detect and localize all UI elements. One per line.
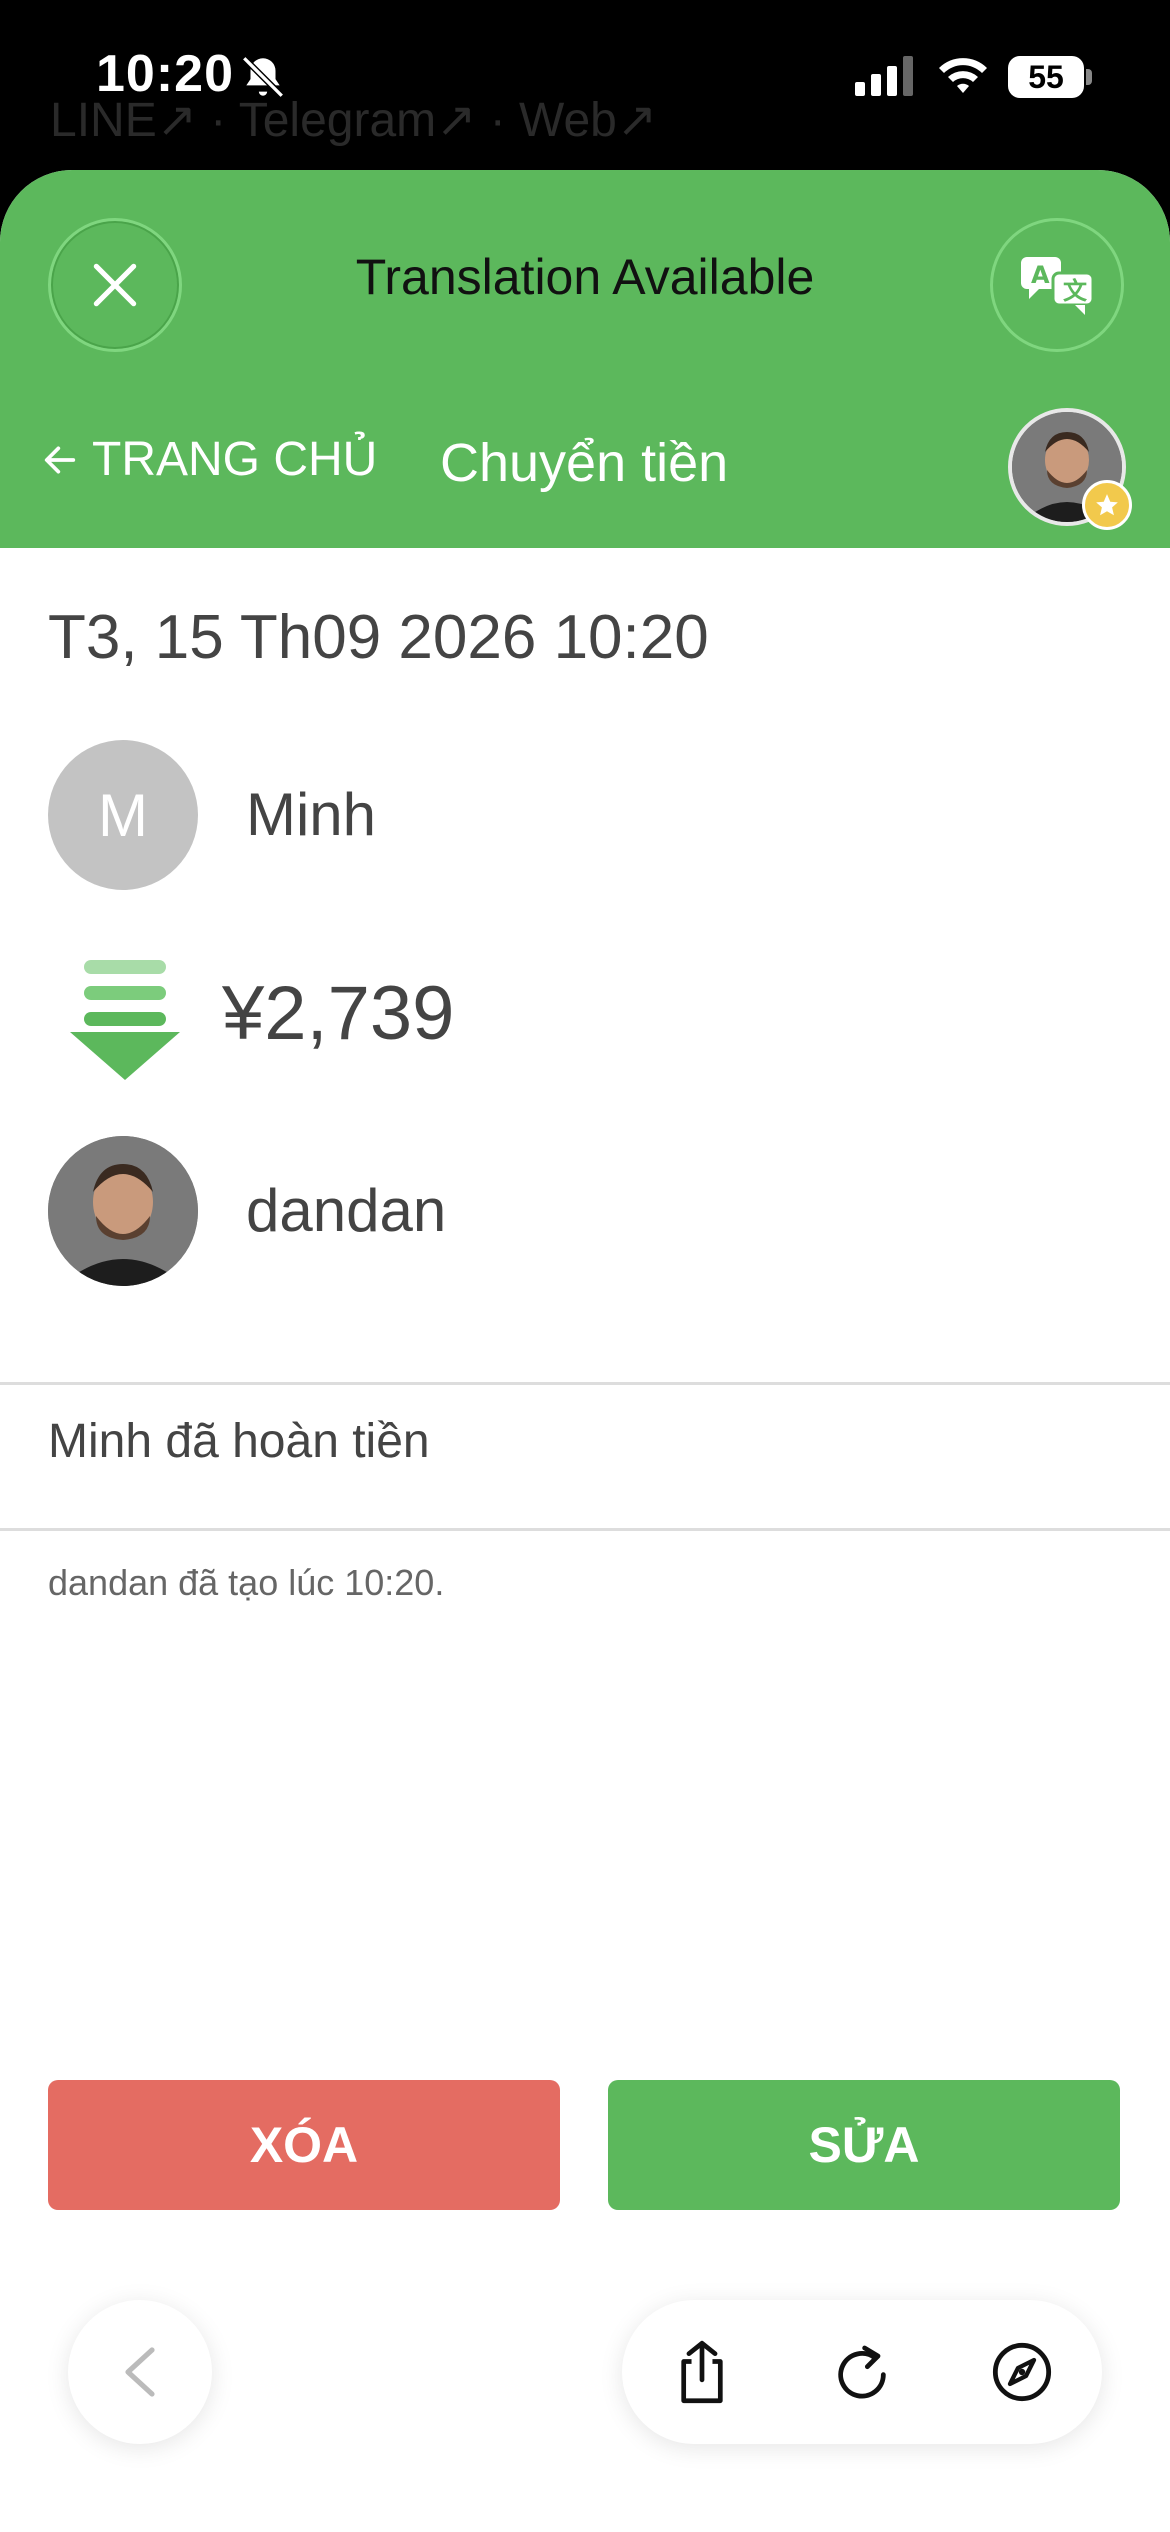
back-home-link[interactable]: TRANG CHỦ: [40, 432, 377, 487]
status-bar: 10:20 LINE↗ · Telegram↗ · Web↗ 55: [0, 0, 1170, 170]
divider: [0, 1382, 1170, 1385]
star-badge-icon: [1082, 480, 1132, 530]
edit-button[interactable]: SỬA: [608, 2080, 1120, 2210]
recipient-avatar-image: [48, 1136, 198, 1286]
share-icon: [681, 2340, 723, 2404]
translation-banner-title: Translation Available: [355, 249, 815, 305]
transfer-datetime: T3, 15 Th09 2026 10:20: [48, 603, 709, 672]
background-links: LINE↗ · Telegram↗ · Web↗: [50, 94, 658, 147]
chevron-left-icon: [125, 2347, 155, 2397]
back-home-label: TRANG CHỦ: [92, 433, 378, 486]
battery-icon: 55: [1008, 56, 1092, 98]
arrow-left-icon: [44, 446, 76, 473]
transfer-note: Minh đã hoàn tiền: [48, 1415, 430, 1468]
battery-level: 55: [1008, 56, 1084, 98]
wifi-icon: [939, 58, 987, 93]
compass-icon: [992, 2342, 1052, 2402]
share-button[interactable]: [666, 2336, 738, 2408]
close-button[interactable]: [48, 218, 182, 352]
sender-name: Minh: [246, 781, 377, 848]
recipient-avatar: [48, 1136, 198, 1286]
browser-back-button[interactable]: [68, 2300, 212, 2444]
sheet-header: Translation Available A 文 TRANG CHỦ Chuy…: [0, 170, 1170, 548]
sender-avatar: M: [48, 740, 198, 890]
browser-toolbar: [622, 2300, 1102, 2444]
svg-text:文: 文: [1063, 277, 1088, 305]
translate-icon: A 文: [1021, 257, 1095, 315]
sender-initial: M: [98, 781, 148, 849]
recipient-name: dandan: [246, 1177, 447, 1244]
signal-icon: [855, 56, 913, 96]
open-browser-button[interactable]: [986, 2336, 1058, 2408]
svg-text:A: A: [1031, 261, 1050, 289]
delete-button[interactable]: XÓA: [48, 2080, 560, 2210]
divider: [0, 1528, 1170, 1531]
transfer-down-icon: [70, 960, 180, 1080]
transfer-amount: ¥2,739: [222, 971, 455, 1056]
reload-icon: [838, 2345, 886, 2399]
reload-button[interactable]: [826, 2336, 898, 2408]
page-title: Chuyển tiền: [440, 433, 729, 493]
transfer-sheet: Translation Available A 文 TRANG CHỦ Chuy…: [0, 170, 1170, 2532]
translate-button[interactable]: A 文: [990, 218, 1124, 352]
close-icon: [93, 263, 137, 307]
transfer-created-meta: dandan đã tạo lúc 10:20.: [48, 1562, 445, 1603]
